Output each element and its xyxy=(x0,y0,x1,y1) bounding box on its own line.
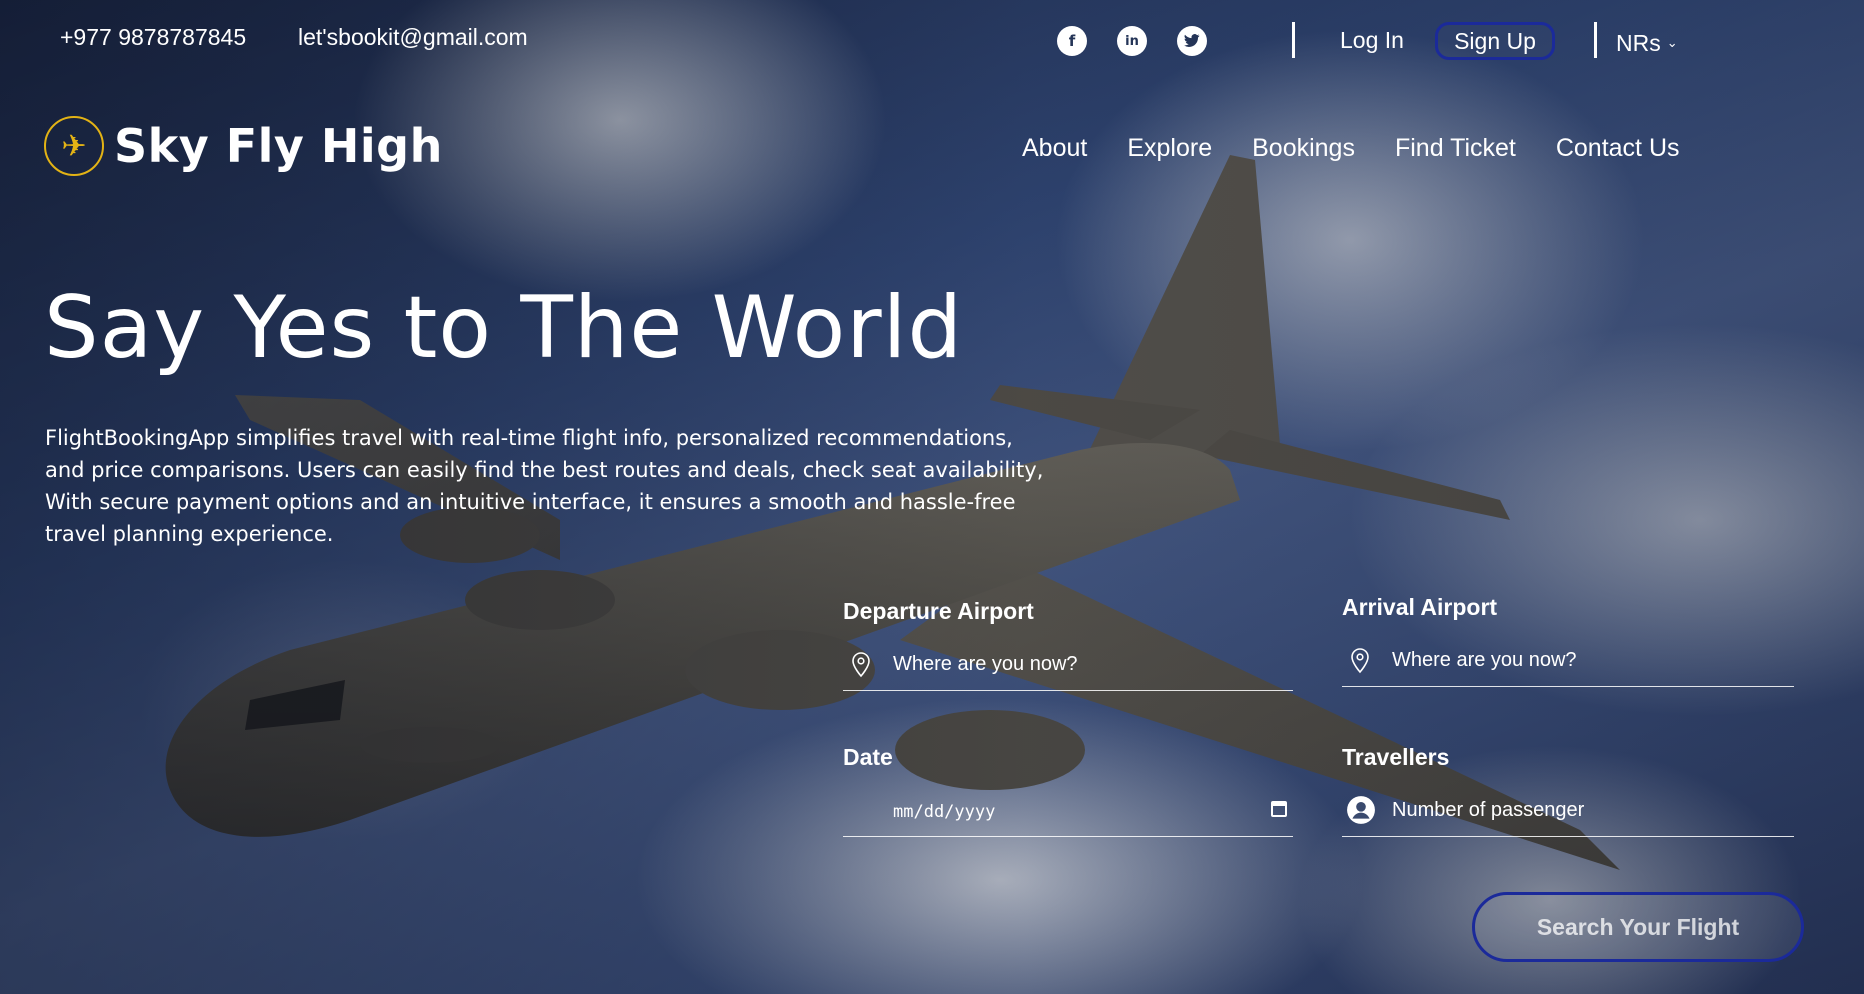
arrival-input-row xyxy=(1342,637,1794,687)
date-input[interactable] xyxy=(893,795,1273,829)
hero-description: FlightBookingApp simplifies travel with … xyxy=(45,426,1044,546)
departure-label: Departure Airport xyxy=(843,598,1034,624)
user-icon xyxy=(1347,796,1375,824)
brand[interactable]: ✈ Sky Fly High xyxy=(44,116,443,176)
nav-item-bookings[interactable]: Bookings xyxy=(1252,134,1355,163)
arrival-label: Arrival Airport xyxy=(1342,594,1498,620)
airplane-logo-icon: ✈ xyxy=(44,116,104,176)
calendar-icon[interactable] xyxy=(1271,801,1287,817)
travellers-field: Travellers xyxy=(1342,744,1794,837)
currency-label: NRs xyxy=(1616,30,1661,56)
nav-item-explore[interactable]: Explore xyxy=(1127,134,1212,163)
nav-item-find-ticket[interactable]: Find Ticket xyxy=(1395,134,1516,163)
contact-phone: +977 9878787845 xyxy=(60,24,247,50)
travellers-input-row xyxy=(1342,787,1794,837)
chevron-down-icon: ⌄ xyxy=(1666,36,1678,51)
main-nav: About Explore Bookings Find Ticket Conta… xyxy=(1022,134,1680,163)
travellers-input[interactable] xyxy=(1392,793,1772,827)
departure-field: Departure Airport xyxy=(843,598,1293,691)
hero-headline: Say Yes to The World xyxy=(44,278,964,378)
search-flight-button[interactable]: Search Your Flight xyxy=(1472,892,1804,962)
currency-selector[interactable]: NRs ⌄ xyxy=(1616,30,1678,57)
arrival-input[interactable] xyxy=(1392,643,1772,677)
contact-email: let'sbookit@gmail.com xyxy=(298,24,528,50)
divider xyxy=(1594,22,1597,58)
date-input-row xyxy=(843,787,1293,837)
login-link[interactable]: Log In xyxy=(1340,27,1404,54)
facebook-icon[interactable]: f xyxy=(1057,26,1087,56)
nav-item-about[interactable]: About xyxy=(1022,134,1087,163)
arrival-field: Arrival Airport xyxy=(1342,594,1794,687)
location-pin-icon xyxy=(1351,648,1369,674)
linkedin-icon[interactable]: in xyxy=(1117,26,1147,56)
nav-item-contact-us[interactable]: Contact Us xyxy=(1556,134,1680,163)
twitter-bird-glyph xyxy=(1184,34,1200,47)
divider xyxy=(1292,22,1295,58)
signup-button[interactable]: Sign Up xyxy=(1435,22,1555,60)
date-label: Date xyxy=(843,744,893,770)
departure-input[interactable] xyxy=(893,647,1273,681)
location-pin-icon xyxy=(852,652,870,678)
top-bar: +977 9878787845 let'sbookit@gmail.com f … xyxy=(0,0,1864,80)
travellers-label: Travellers xyxy=(1342,744,1450,770)
departure-input-row xyxy=(843,641,1293,691)
brand-name: Sky Fly High xyxy=(114,119,443,173)
twitter-icon[interactable] xyxy=(1177,26,1207,56)
date-field: Date xyxy=(843,744,1293,837)
